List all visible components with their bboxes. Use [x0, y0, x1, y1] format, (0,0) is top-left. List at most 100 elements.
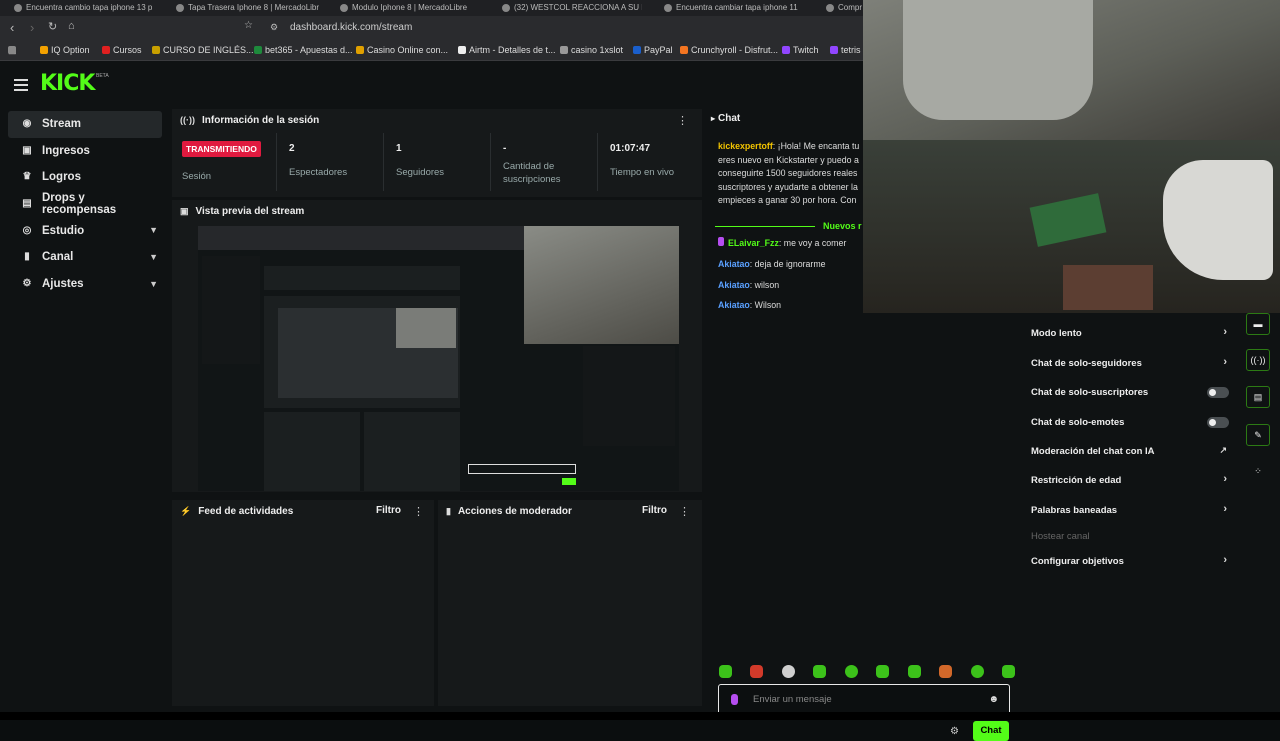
chat-mod-settings: Modo lento › Chat de solo-seguidores › C…: [1023, 313, 1235, 713]
chat-text: : wilson: [749, 280, 780, 290]
more-options-icon[interactable]: ⋮: [677, 114, 688, 127]
chat-username[interactable]: Akiatao: [718, 280, 750, 290]
setting-emotes-only[interactable]: Chat de solo-emotes: [1031, 417, 1229, 428]
sidebar-item-label: Logros: [42, 171, 81, 184]
bookmark-item[interactable]: Casino Online con...: [356, 45, 448, 55]
emote-icon[interactable]: [907, 665, 921, 678]
chat-bubble-icon[interactable]: ▬: [1246, 313, 1270, 335]
emote-icon[interactable]: [781, 665, 795, 678]
emote-icon[interactable]: [844, 665, 858, 678]
browser-tab[interactable]: Compr: [826, 3, 866, 13]
panel-title: Feed de actividades: [198, 505, 294, 517]
bookmark-item[interactable]: CURSO DE INGLÉS...: [152, 45, 254, 55]
chat-username[interactable]: Akiatao: [718, 259, 750, 269]
bookmark-item[interactable]: Crunchyroll - Disfrut...: [680, 45, 778, 55]
filter-button[interactable]: Filtro: [376, 505, 401, 516]
chat-username[interactable]: kickexpertoff: [718, 141, 773, 151]
bookmark-item[interactable]: tetris: [830, 45, 861, 55]
site-info-icon[interactable]: ⚙: [270, 22, 278, 33]
wrench-icon[interactable]: ✎: [1246, 424, 1270, 446]
channel-icon: ▮: [24, 251, 30, 263]
broadcast-icon[interactable]: ((·)): [1246, 349, 1270, 371]
kick-logo[interactable]: KICK: [40, 71, 95, 96]
sidebar-item-estudio[interactable]: ◎ Estudio ▼: [8, 217, 162, 244]
browser-tab[interactable]: Modulo Iphone 8 | MercadoLibre: [340, 3, 480, 13]
browser-tab[interactable]: Encuentra cambiar tapa iphone 11: [664, 3, 804, 13]
sidebar: ◉ Stream ▣ Ingresos ♛ Logros ▤ Drops y r…: [0, 111, 170, 297]
setting-slow-mode[interactable]: Modo lento ›: [1031, 326, 1227, 339]
bookmark-item[interactable]: Cursos: [102, 45, 142, 55]
panel-title: Acciones de moderador: [457, 505, 572, 517]
bookmark-item[interactable]: Airtm - Detalles de t...: [458, 45, 556, 55]
more-options-icon[interactable]: ⋮: [679, 505, 690, 518]
forward-icon[interactable]: ›: [30, 20, 34, 35]
setting-ai-moderation[interactable]: Moderación del chat con IA ↗: [1031, 445, 1227, 457]
sidebar-item-stream[interactable]: ◉ Stream: [8, 111, 162, 138]
setting-followers-only[interactable]: Chat de solo-seguidores ›: [1031, 356, 1227, 369]
panel-header: ▣ Vista previa del stream: [172, 200, 702, 222]
chat-username[interactable]: ELaivar_Fzz: [728, 238, 779, 248]
setting-subscribers-only[interactable]: Chat de solo-suscriptores: [1031, 387, 1229, 398]
chat-message: Akiatao: Wilson: [718, 299, 868, 313]
bookmark-item[interactable]: bet365 - Apuestas d...: [254, 45, 353, 55]
send-chat-button[interactable]: Chat: [973, 721, 1009, 741]
sidebar-item-logros[interactable]: ♛ Logros: [8, 164, 162, 191]
emoji-picker-icon[interactable]: ☻: [988, 694, 999, 705]
bookmark-item[interactable]: PayPal: [633, 45, 673, 55]
preview-chat-input: [468, 464, 576, 474]
chat-text: : deja de ignorarme: [749, 259, 826, 269]
emote-icon[interactable]: [719, 665, 732, 678]
browser-tab[interactable]: Encuentra cambio tapa iphone 13 p: [14, 3, 154, 13]
sidebar-item-label: Estudio: [42, 224, 85, 237]
external-link-icon: ↗: [1219, 445, 1227, 455]
browser-tab[interactable]: (32) WESTCOL REACCIONA A SU DO: [502, 3, 642, 13]
revenue-icon: ▣: [22, 144, 32, 156]
reload-icon[interactable]: ↻: [48, 20, 57, 33]
setting-age-restriction[interactable]: Restricción de edad ›: [1031, 473, 1227, 486]
filter-button[interactable]: Filtro: [642, 505, 667, 516]
setting-label: Moderación del chat con IA: [1031, 446, 1155, 457]
more-options-icon[interactable]: ⋮: [413, 505, 424, 518]
chat-settings-gear-icon[interactable]: ⚙: [950, 726, 959, 737]
more-tools-icon[interactable]: ⁘: [1246, 461, 1270, 483]
back-icon[interactable]: ‹: [10, 20, 14, 35]
moderator-actions-panel: ▮ Acciones de moderador Filtro ⋮: [438, 500, 702, 706]
tool-strip: ▬ ((·)) ▤ ✎ ⁘: [1236, 313, 1280, 713]
emote-icon[interactable]: [813, 665, 827, 678]
sidebar-item-ingresos[interactable]: ▣ Ingresos: [8, 138, 162, 165]
sidebar-item-label: Ajustes: [42, 277, 84, 290]
stream-preview-video[interactable]: [198, 226, 679, 491]
bookmark-star-icon[interactable]: ☆: [244, 20, 253, 31]
emote-icon[interactable]: [939, 665, 953, 678]
chat-icon: ▸: [711, 114, 716, 123]
apps-grid-icon[interactable]: ▦: [8, 45, 17, 56]
emote-icon[interactable]: [1001, 665, 1015, 678]
sidebar-item-drops[interactable]: ▤ Drops y recompensas: [8, 191, 162, 218]
emote-icon[interactable]: [970, 665, 984, 678]
bookmark-item[interactable]: IQ Option: [40, 45, 90, 55]
subscribers-only-toggle[interactable]: [1207, 387, 1229, 398]
address-bar[interactable]: dashboard.kick.com/stream: [290, 22, 412, 33]
sidebar-item-ajustes[interactable]: ⚙ Ajustes ▼: [8, 271, 162, 298]
setting-configure-goals[interactable]: Configurar objetivos ›: [1031, 554, 1227, 567]
bookmark-item[interactable]: casino 1xslot: [560, 45, 623, 55]
hamburger-menu-icon[interactable]: [14, 79, 28, 91]
setting-banned-words[interactable]: Palabras baneadas ›: [1031, 503, 1227, 516]
panel-title: Información de la sesión: [202, 114, 320, 126]
stat-value: 2: [289, 143, 295, 154]
emote-icon[interactable]: [876, 665, 890, 678]
emotes-only-toggle[interactable]: [1207, 417, 1229, 428]
emote-icon[interactable]: [750, 665, 764, 678]
home-icon[interactable]: ⌂: [68, 20, 75, 32]
window-icon[interactable]: ▤: [1246, 386, 1270, 408]
mic-badge-icon: [718, 237, 724, 246]
chat-text: : Wilson: [749, 300, 782, 310]
chevron-right-icon: ›: [1223, 503, 1227, 515]
chevron-down-icon: ▼: [149, 278, 158, 289]
bookmark-item[interactable]: Twitch: [782, 45, 819, 55]
chat-username[interactable]: Akiatao: [718, 300, 750, 310]
browser-tab[interactable]: Tapa Trasera Iphone 8 | MercadoLibr: [176, 3, 321, 13]
preview-nested-webcam: [396, 308, 456, 348]
sidebar-item-canal[interactable]: ▮ Canal ▼: [8, 244, 162, 271]
emote-bar: [719, 665, 1015, 681]
